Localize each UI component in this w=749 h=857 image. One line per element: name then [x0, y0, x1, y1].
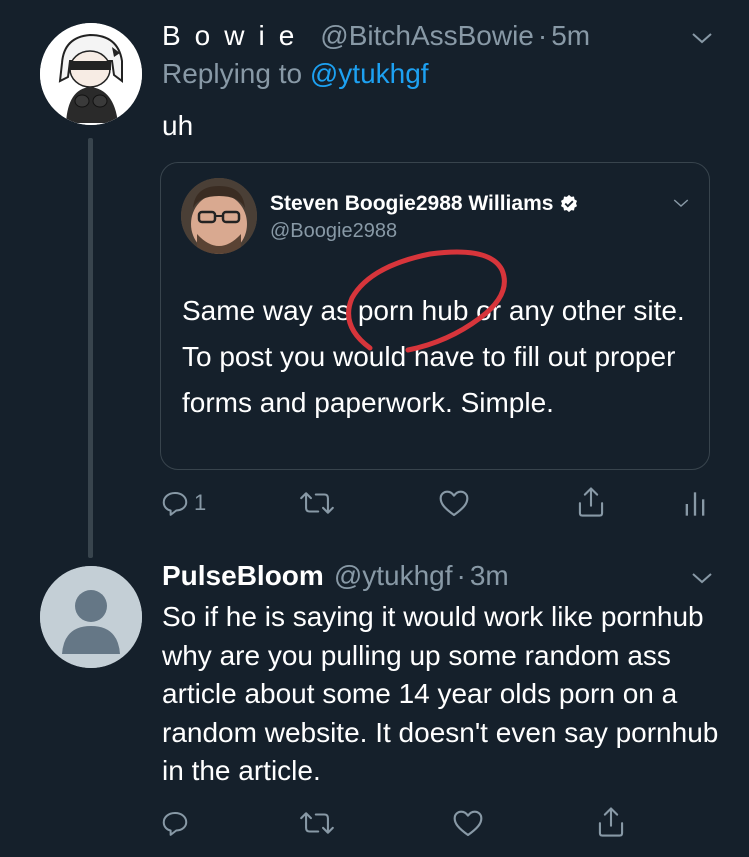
tweet1-share-button[interactable]	[576, 486, 606, 518]
avatar-boogie[interactable]	[181, 178, 257, 254]
tweet2-chevron-down-icon[interactable]	[690, 566, 714, 595]
tweet2-like-button[interactable]	[452, 808, 484, 838]
tweet2-reply-button[interactable]	[160, 808, 190, 838]
tweet1-handle[interactable]: @BitchAssBowie	[320, 20, 534, 52]
tweet2-separator: ·	[456, 560, 466, 591]
verified-badge-icon	[559, 194, 579, 214]
tweet2-handle[interactable]: @ytukhgf	[334, 560, 453, 592]
reply-icon	[162, 812, 188, 836]
like-icon	[439, 490, 469, 517]
analytics-icon	[685, 492, 705, 516]
replying-to-line: Replying to @ytukhgf	[162, 58, 429, 90]
tweet1-display-name[interactable]: Bowie	[162, 20, 308, 52]
tweet1-separator: ·	[537, 20, 548, 51]
like-icon	[453, 810, 483, 837]
tweet1-reply-count: 1	[194, 490, 207, 515]
tweet2-text: So if he is saying it would work like po…	[162, 601, 719, 786]
tweet1-retweet-button[interactable]	[300, 488, 334, 518]
retweet-icon	[300, 492, 334, 514]
tweet2-header: PulseBloom @ytukhgf · 3m	[162, 560, 509, 592]
tweet1-time[interactable]: 5m	[551, 20, 590, 52]
tweet1-header: Bowie @BitchAssBowie · 5m	[162, 20, 590, 56]
red-annotation-circle	[346, 249, 507, 353]
tweet1-reply-button[interactable]: 1	[160, 488, 206, 518]
tweet2-share-button[interactable]	[596, 806, 626, 838]
tweet2-retweet-button[interactable]	[300, 808, 334, 838]
tweet1-like-button[interactable]	[438, 488, 470, 518]
tweet1-text: uh	[162, 110, 194, 141]
retweet-icon	[300, 812, 334, 834]
thread-line	[88, 138, 93, 558]
replying-to-mention[interactable]: @ytukhgf	[310, 58, 429, 89]
tweet2-time[interactable]: 3m	[470, 560, 509, 592]
tweet2-display-name[interactable]: PulseBloom	[162, 560, 324, 592]
quote-display-name[interactable]: Steven Boogie2988 Williams	[270, 192, 553, 216]
share-icon	[598, 807, 624, 837]
avatar-default[interactable]	[40, 566, 142, 668]
tweet1-analytics-button[interactable]	[684, 490, 706, 518]
share-icon	[578, 487, 604, 517]
reply-icon	[162, 492, 188, 516]
quote-author-line: Steven Boogie2988 Williams	[270, 192, 579, 216]
quote-chevron-down-icon[interactable]	[672, 194, 690, 217]
tweet1-chevron-down-icon[interactable]	[690, 26, 714, 55]
replying-to-prefix: Replying to	[162, 58, 303, 89]
avatar-bowie[interactable]	[40, 23, 142, 125]
